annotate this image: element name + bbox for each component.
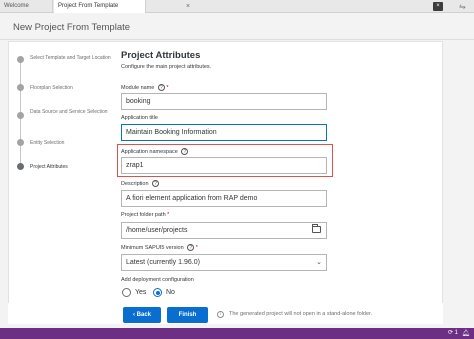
back-button[interactable]: ‹ Back xyxy=(123,307,161,323)
tab-project-from-template[interactable]: Project From Template × xyxy=(54,0,190,13)
step-label: Floorplan Selection xyxy=(30,85,73,91)
app-title-input[interactable]: Maintain Booking Information xyxy=(121,124,327,141)
scrollbar[interactable] xyxy=(443,41,449,324)
module-name-input[interactable]: booking xyxy=(121,93,327,110)
wizard-footer xyxy=(8,303,443,324)
step-dot xyxy=(17,84,24,91)
step-label: Entity Selection xyxy=(30,140,65,146)
app-namespace-input[interactable]: zrap1 xyxy=(121,157,327,174)
form-title: Project Attributes xyxy=(121,50,201,61)
step-dot xyxy=(17,56,24,63)
bell-icon[interactable]: 🔔︎ xyxy=(462,329,470,338)
page-header: New Project From Template xyxy=(0,14,474,40)
deployment-label: Add deployment configuration xyxy=(121,277,194,283)
tab-bar: Welcome Project From Template × × ⇋ xyxy=(0,0,474,13)
step-label: Project Attributes xyxy=(30,164,68,170)
radio-no[interactable] xyxy=(153,288,162,297)
folder-path-label: Project folder path * xyxy=(121,212,169,218)
label-text: Minimum SAPUI5 version xyxy=(121,244,184,251)
step-label: Data Source and Service Selection xyxy=(30,109,108,115)
help-icon[interactable]: ? xyxy=(181,148,189,155)
page-title: New Project From Template xyxy=(13,22,131,33)
form-subtitle: Configure the main project attributes. xyxy=(121,64,212,70)
footer-info-text: The generated project will not open in a… xyxy=(229,311,373,317)
required-marker: * xyxy=(167,212,170,218)
folder-path-input[interactable]: /home/user/projects xyxy=(121,222,327,239)
split-editor-icon[interactable]: ⇋ xyxy=(459,2,466,11)
back-label: Back xyxy=(136,312,151,318)
back-arrow-icon: ‹ xyxy=(132,312,135,318)
chevron-down-icon: ⌄ xyxy=(316,259,322,266)
required-marker: * xyxy=(166,84,169,91)
info-icon: i xyxy=(217,311,224,318)
folder-icon[interactable] xyxy=(312,224,321,233)
radio-no-label[interactable]: No xyxy=(166,288,175,297)
select-value: Latest (currently 1.96.0) xyxy=(126,259,200,266)
description-input[interactable]: A fiori element application from RAP dem… xyxy=(121,190,327,207)
step-label: Select Template and Target Location xyxy=(30,55,111,61)
radio-yes[interactable] xyxy=(122,288,131,297)
status-bar: ⟳ 1 🔔︎ xyxy=(0,328,474,339)
help-icon[interactable]: ? xyxy=(152,180,160,187)
step-dot xyxy=(17,112,24,119)
help-icon[interactable]: ? xyxy=(157,84,165,91)
finish-button[interactable]: Finish xyxy=(167,307,208,323)
status-notification-count[interactable]: ⟳ 1 xyxy=(448,329,458,338)
ui5-version-select[interactable]: Latest (currently 1.96.0) ⌄ xyxy=(121,254,327,271)
module-name-label: Module name ? * xyxy=(121,84,169,91)
tab-welcome[interactable]: Welcome xyxy=(0,0,53,13)
app-title-label: Application title xyxy=(121,115,158,121)
description-label: Description ? xyxy=(121,180,160,187)
radio-yes-label[interactable]: Yes xyxy=(135,288,146,297)
label-text: Module name xyxy=(121,84,155,91)
step-dot xyxy=(17,139,24,146)
status-count: 1 xyxy=(454,330,458,336)
wizard-steps: Select Template and Target Location Floo… xyxy=(8,41,112,324)
tab-label: Project From Template xyxy=(58,3,119,9)
label-text: Description xyxy=(121,180,149,187)
help-icon[interactable]: ? xyxy=(187,244,195,251)
close-editor-icon[interactable]: × xyxy=(433,2,443,11)
ui5-version-label: Minimum SAPUI5 version ? * xyxy=(121,244,198,251)
app-namespace-label: Application namespace ? xyxy=(121,148,189,155)
label-text: Application namespace xyxy=(121,148,178,155)
label-text: Project folder path xyxy=(121,212,166,218)
step-dot xyxy=(17,163,24,170)
input-value: /home/user/projects xyxy=(126,227,188,234)
required-marker: * xyxy=(195,244,198,251)
close-icon[interactable]: × xyxy=(186,2,190,11)
